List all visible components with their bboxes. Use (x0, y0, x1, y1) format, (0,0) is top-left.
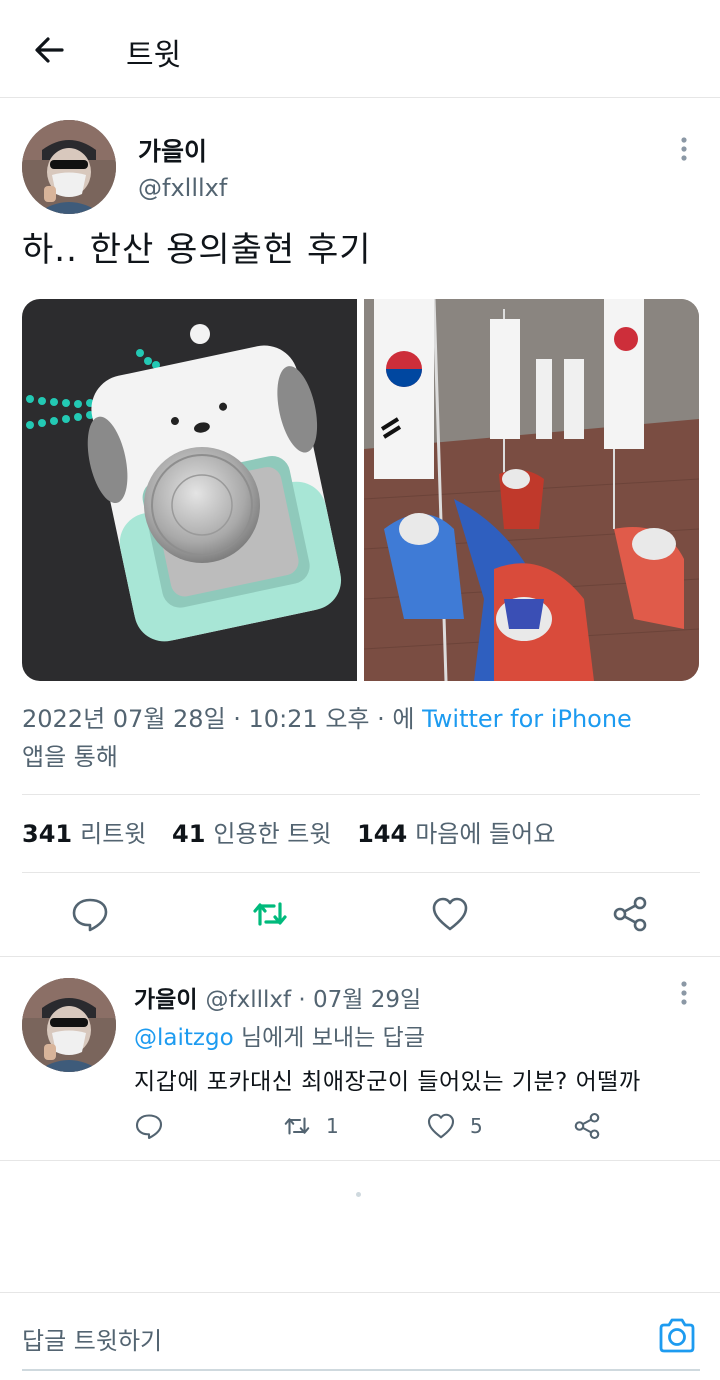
tweet-via: 앱을 통해 (22, 743, 118, 771)
retweet-icon (284, 1117, 310, 1135)
reply-author-name[interactable]: 가을이 (134, 987, 197, 1013)
reply-mention-link[interactable]: @laitzgo (134, 1025, 234, 1051)
retweet-icon[interactable] (250, 894, 290, 934)
retweets-label: 리트윗 (80, 820, 147, 848)
divider (0, 956, 720, 957)
tweet-image-flags[interactable] (364, 299, 699, 681)
tweet-stats: 341 리트윗 41 인용한 트윗 144 마음에 들어요 (22, 814, 573, 849)
page-title: 트윗 (126, 38, 182, 73)
reply-reply-button[interactable] (134, 1108, 178, 1144)
tweet-metadata: 2022년 07월 28일 · 10:21 오후 · 에 Twitter for… (22, 700, 702, 776)
share-icon (574, 1112, 600, 1140)
author-handle[interactable]: @fxlllxf (138, 174, 227, 202)
divider (22, 794, 700, 795)
retweets-count: 341 (22, 820, 73, 848)
likes-stat[interactable]: 144 마음에 들어요 (357, 820, 555, 848)
loading-indicator (356, 1192, 361, 1197)
reply-composer[interactable]: 답글 트윗하기 (0, 1292, 720, 1380)
author-name[interactable]: 가을이 (138, 132, 207, 168)
reply-retweet-count: 1 (326, 1114, 339, 1138)
heart-icon[interactable] (430, 894, 470, 934)
tweet-timestamp: 2022년 07월 28일 · 10:21 오후 · 에 (22, 705, 415, 733)
author-avatar[interactable] (22, 120, 116, 214)
arrow-left-icon[interactable] (28, 28, 72, 72)
more-options-icon[interactable] (674, 978, 694, 1008)
camera-icon[interactable] (656, 1315, 698, 1357)
replying-to: @laitzgo 님에게 보내는 답글 (134, 1018, 425, 1052)
reply-meta: @fxlllxf · 07월 29일 (205, 987, 422, 1013)
divider (22, 872, 700, 873)
retweets-stat[interactable]: 341 리트윗 (22, 820, 146, 848)
reply-like-count: 5 (470, 1114, 483, 1138)
tweet-text: 하.. 한산 용의출현 후기 (22, 230, 372, 270)
reply-input[interactable]: 답글 트윗하기 (22, 1321, 162, 1356)
composer-underline (22, 1369, 700, 1371)
likes-label: 마음에 들어요 (415, 820, 556, 848)
reply-icon (135, 1114, 163, 1140)
divider (0, 1160, 720, 1161)
likes-count: 144 (357, 820, 408, 848)
reply-text: 지갑에 포카대신 최애장군이 들어있는 기분? 어떨까 (134, 1069, 641, 1095)
top-bar: 트윗 (0, 0, 720, 98)
reply-like-button[interactable]: 5 (426, 1108, 483, 1144)
quotes-stat[interactable]: 41 인용한 트윗 (172, 820, 331, 848)
tweet-image-keychain[interactable] (22, 299, 357, 681)
reply-retweet-button[interactable]: 1 (282, 1108, 339, 1144)
share-icon[interactable] (610, 894, 650, 934)
reply-icon[interactable] (70, 894, 110, 934)
heart-icon (427, 1113, 455, 1139)
quotes-count: 41 (172, 820, 206, 848)
quotes-label: 인용한 트윗 (213, 820, 332, 848)
reply-author-avatar[interactable] (22, 978, 116, 1072)
more-options-icon[interactable] (674, 134, 694, 164)
reply-share-button[interactable] (572, 1108, 616, 1144)
reply-header: 가을이 @fxlllxf · 07월 29일 (134, 980, 421, 1014)
tweet-source-link[interactable]: Twitter for iPhone (422, 705, 632, 733)
reply-to-label: 님에게 보내는 답글 (233, 1025, 425, 1051)
